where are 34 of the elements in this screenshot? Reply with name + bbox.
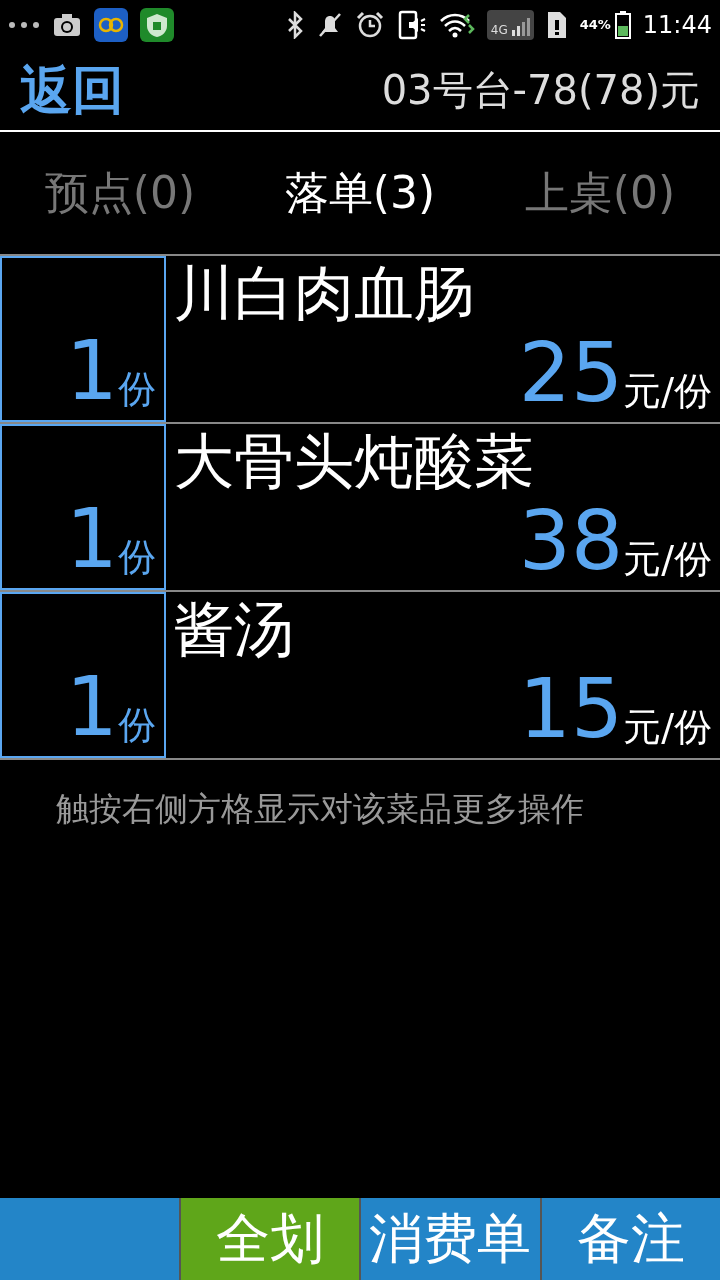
app-icon[interactable]	[94, 8, 128, 42]
phone-speaker-icon	[396, 10, 427, 40]
network-type: 4G	[490, 24, 508, 36]
muted-bell-icon	[316, 11, 343, 39]
price-unit: 元/份	[623, 708, 712, 750]
quantity-box[interactable]: 1份	[0, 592, 166, 758]
tab[interactable]: 预点(0)	[44, 160, 196, 226]
tab[interactable]: 落单(3)	[284, 160, 436, 226]
more-icon	[8, 21, 40, 29]
price-unit: 元/份	[623, 372, 712, 414]
quantity-box[interactable]: 1份	[0, 424, 166, 590]
toolbar-button[interactable]: 消费单	[361, 1198, 540, 1280]
dish-price: 38	[518, 500, 624, 582]
quantity-box[interactable]: 1份	[0, 256, 166, 422]
tab[interactable]: 上桌(0)	[524, 160, 676, 226]
toolbar-button[interactable]: 备注	[541, 1198, 720, 1280]
dish-name: 酱汤	[174, 593, 295, 666]
battery-percent: 44%	[579, 16, 611, 35]
camera-icon	[52, 12, 82, 38]
price-unit: 元/份	[623, 540, 712, 582]
table-title: 03号台-78(78)元	[381, 70, 700, 110]
alarm-clock-icon	[354, 11, 385, 39]
hint-text: 触按右侧方格显示对该菜品更多操作	[55, 788, 585, 830]
wifi-icon	[438, 11, 475, 39]
dish-price: 25	[518, 332, 624, 414]
shield-app-icon[interactable]	[140, 8, 174, 42]
back-button[interactable]: 返回	[20, 64, 124, 116]
dish-name: 大骨头炖酸菜	[174, 425, 535, 498]
dish-name: 川白肉血肠	[174, 257, 475, 330]
clock-time: 11:44	[642, 10, 712, 41]
battery-icon	[614, 11, 631, 39]
sim-alert-icon	[545, 10, 568, 40]
dish-price: 15	[518, 668, 624, 750]
signal-bars-icon	[511, 18, 530, 36]
